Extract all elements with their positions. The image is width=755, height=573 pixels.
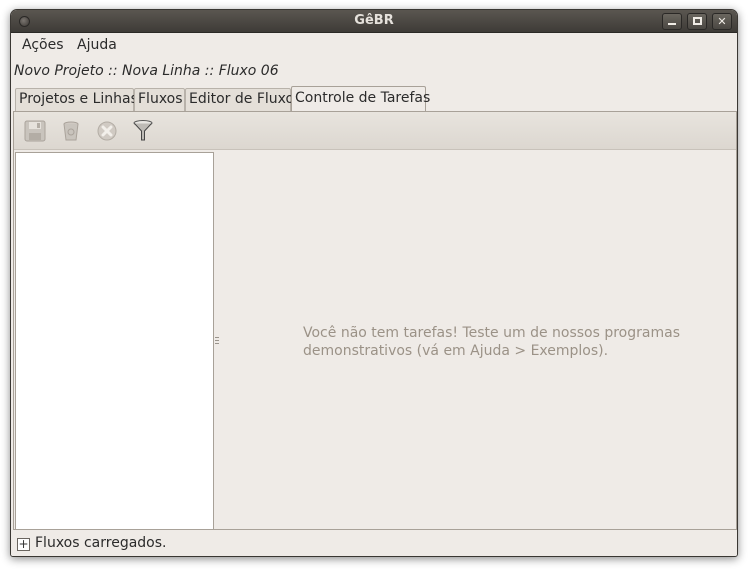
toolbar — [14, 112, 736, 150]
filter-icon — [133, 120, 153, 141]
minimize-icon — [668, 23, 676, 25]
status-text: Fluxos carregados. — [35, 535, 167, 551]
filter-button[interactable] — [131, 119, 155, 143]
task-list-pane[interactable] — [15, 152, 214, 530]
menu-ajuda[interactable]: Ajuda — [77, 37, 117, 53]
delete-button[interactable] — [59, 119, 83, 143]
menu-bar: Ações Ajuda — [11, 33, 737, 57]
tab-editor-de-fluxo[interactable]: Editor de Fluxo — [185, 88, 294, 111]
tab-projetos-e-linhas[interactable]: Projetos e Linhas — [15, 88, 138, 111]
save-icon — [24, 120, 46, 142]
title-bar[interactable]: GêBR ✕ — [11, 10, 737, 33]
save-button[interactable] — [23, 119, 47, 143]
app-window: GêBR ✕ Ações Ajuda Novo Projeto :: Nova … — [10, 9, 738, 557]
stop-icon — [97, 121, 117, 141]
pane-resize-handle[interactable] — [215, 336, 219, 346]
grip-icon — [215, 337, 219, 344]
close-icon: ✕ — [717, 15, 727, 28]
tab-controle-de-tarefas[interactable]: Controle de Tarefas — [291, 86, 430, 112]
maximize-button[interactable] — [687, 13, 707, 30]
stop-button[interactable] — [95, 119, 119, 143]
breadcrumb: Novo Projeto :: Nova Linha :: Fluxo 06 — [14, 63, 279, 79]
close-button[interactable]: ✕ — [712, 13, 732, 30]
tab-fluxos[interactable]: Fluxos — [134, 88, 185, 111]
status-bar: + Fluxos carregados. — [11, 532, 737, 556]
expand-log-button[interactable]: + — [17, 538, 30, 551]
tab-panel: Você não tem tarefas! Teste um de nossos… — [13, 111, 737, 530]
menu-acoes[interactable]: Ações — [22, 37, 64, 53]
window-title: GêBR — [354, 13, 394, 28]
trash-icon — [63, 121, 79, 141]
empty-tasks-message: Você não tem tarefas! Teste um de nossos… — [303, 325, 680, 359]
maximize-icon — [692, 17, 702, 25]
minimize-button[interactable] — [662, 13, 682, 30]
